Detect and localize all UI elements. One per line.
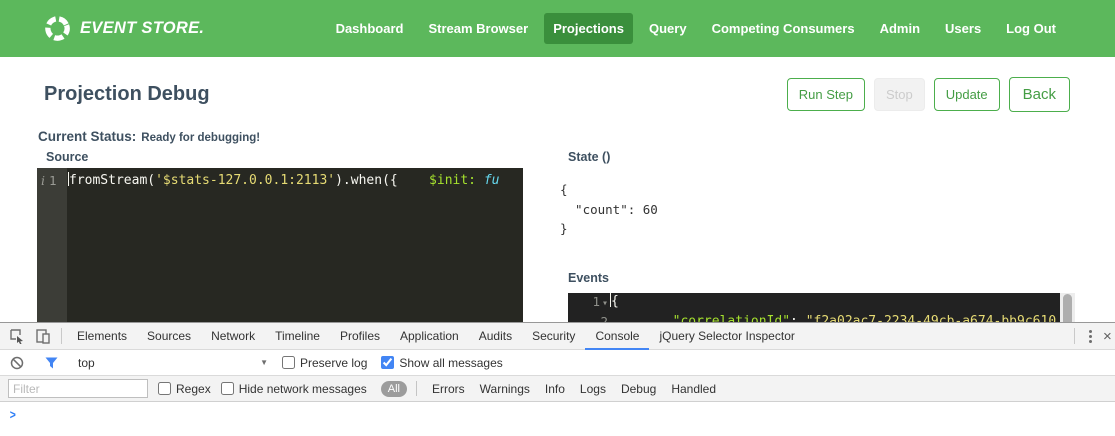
regex-toggle[interactable]: Regex bbox=[158, 382, 211, 396]
event-store-projection-debug-page: EVENT STORE. Dashboard Stream Browser Pr… bbox=[0, 0, 1115, 436]
nav-item-projections[interactable]: Projections bbox=[544, 13, 633, 44]
regex-checkbox[interactable] bbox=[158, 382, 171, 395]
gutter-info-marker: i bbox=[41, 173, 45, 188]
nav-item-competing-consumers[interactable]: Competing Consumers bbox=[703, 13, 864, 44]
tab-audits[interactable]: Audits bbox=[469, 323, 522, 350]
code-plain: : bbox=[790, 313, 806, 322]
console-toolbar: top ▼ Preserve log Show all messages bbox=[0, 350, 1115, 376]
tab-sources[interactable]: Sources bbox=[137, 323, 201, 350]
tab-console[interactable]: Console bbox=[585, 323, 649, 350]
nav-item-admin[interactable]: Admin bbox=[871, 13, 929, 44]
brand[interactable]: EVENT STORE. bbox=[44, 15, 204, 42]
current-status: Current Status: Ready for debugging! bbox=[38, 128, 260, 146]
code-plain: fromStream( bbox=[69, 173, 155, 188]
device-toolbar-icon[interactable] bbox=[30, 323, 56, 349]
filter-divider bbox=[416, 381, 417, 396]
nav-item-stream-browser[interactable]: Stream Browser bbox=[419, 13, 537, 44]
source-code-editor[interactable]: i1 fromStream('$stats-127.0.0.1:2113').w… bbox=[37, 168, 523, 322]
preserve-log-toggle[interactable]: Preserve log bbox=[282, 356, 367, 370]
filter-level-all[interactable]: All bbox=[381, 381, 407, 397]
source-editor-gutter: i1 bbox=[37, 168, 67, 322]
console-filterbar: Regex Hide network messages All Errors W… bbox=[0, 376, 1115, 402]
back-button[interactable]: Back bbox=[1009, 77, 1070, 112]
events-line-2-number: 2 bbox=[568, 313, 610, 322]
current-status-value: Ready for debugging! bbox=[141, 132, 260, 144]
frame-context-select[interactable]: top ▼ bbox=[78, 356, 268, 370]
filter-icon[interactable] bbox=[38, 350, 64, 376]
source-code-line: fromStream('$stats-127.0.0.1:2113').when… bbox=[68, 171, 523, 190]
devtools-tabbar: Elements Sources Network Timeline Profil… bbox=[0, 323, 1115, 350]
page-title: Projection Debug bbox=[44, 83, 210, 106]
events-scrollbar[interactable] bbox=[1060, 293, 1075, 322]
filter-level-logs[interactable]: Logs bbox=[580, 382, 606, 396]
events-line-2: 2 "correlationId": "f2a02ac7-2234-49cb-a… bbox=[568, 313, 1060, 322]
filter-level-handled[interactable]: Handled bbox=[671, 382, 716, 396]
filter-level-warnings[interactable]: Warnings bbox=[480, 382, 530, 396]
console-prompt-chevron-icon[interactable]: > bbox=[10, 407, 16, 422]
devtools-menu-icon[interactable] bbox=[1080, 330, 1101, 343]
code-indent bbox=[610, 313, 673, 322]
code-plain: ).when({ bbox=[335, 173, 398, 188]
events-editor[interactable]: 1▾{ 2 "correlationId": "f2a02ac7-2234-49… bbox=[568, 293, 1060, 322]
source-section-label: Source bbox=[46, 150, 88, 164]
devtools-close-icon[interactable]: × bbox=[1101, 328, 1115, 345]
source-line-number: 1 bbox=[49, 173, 57, 188]
show-all-messages-checkbox[interactable] bbox=[381, 356, 394, 369]
nav-item-users[interactable]: Users bbox=[936, 13, 990, 44]
filter-level-debug[interactable]: Debug bbox=[621, 382, 656, 396]
tab-profiles[interactable]: Profiles bbox=[330, 323, 390, 350]
events-line-1-number: 1▾ bbox=[568, 293, 610, 313]
nav-menu: Dashboard Stream Browser Projections Que… bbox=[327, 13, 1065, 44]
events-json-key: "correlationId" bbox=[673, 313, 790, 322]
tab-security[interactable]: Security bbox=[522, 323, 585, 350]
state-json: { "count": 60 } bbox=[560, 180, 658, 239]
state-section-label: State () bbox=[568, 150, 610, 164]
events-line-1-code: { bbox=[611, 293, 619, 313]
console-output-area[interactable]: > bbox=[0, 402, 1115, 433]
brand-name: EVENT STORE. bbox=[80, 19, 204, 38]
preserve-log-checkbox[interactable] bbox=[282, 356, 295, 369]
fold-arrow-icon[interactable]: ▾ bbox=[602, 298, 608, 309]
code-gap bbox=[398, 173, 429, 188]
show-all-messages-label: Show all messages bbox=[399, 356, 502, 370]
hide-network-label: Hide network messages bbox=[239, 382, 367, 396]
hide-network-toggle[interactable]: Hide network messages bbox=[221, 382, 367, 396]
hide-network-checkbox[interactable] bbox=[221, 382, 234, 395]
tab-elements[interactable]: Elements bbox=[67, 323, 137, 350]
tab-network[interactable]: Network bbox=[201, 323, 265, 350]
tab-jquery-selector-inspector[interactable]: jQuery Selector Inspector bbox=[649, 323, 804, 350]
tab-application[interactable]: Application bbox=[390, 323, 469, 350]
code-function-keyword: fu bbox=[476, 173, 499, 188]
events-section-label: Events bbox=[568, 271, 609, 285]
inspect-element-icon[interactable] bbox=[4, 323, 30, 349]
update-button[interactable]: Update bbox=[934, 78, 1000, 111]
filter-input[interactable] bbox=[8, 379, 148, 398]
code-string: '$stats-127.0.0.1:2113' bbox=[155, 173, 335, 188]
top-nav: EVENT STORE. Dashboard Stream Browser Pr… bbox=[0, 0, 1115, 57]
tabbar-divider bbox=[1074, 328, 1075, 344]
header-buttons: Run Step Stop Update Back bbox=[787, 77, 1070, 112]
stop-button[interactable]: Stop bbox=[874, 78, 925, 111]
show-all-messages-toggle[interactable]: Show all messages bbox=[381, 356, 502, 370]
regex-label: Regex bbox=[176, 382, 211, 396]
preserve-log-label: Preserve log bbox=[300, 356, 367, 370]
event-store-logo-icon bbox=[44, 15, 71, 42]
nav-item-dashboard[interactable]: Dashboard bbox=[327, 13, 413, 44]
run-step-button[interactable]: Run Step bbox=[787, 78, 865, 111]
code-keyword: $init: bbox=[429, 173, 476, 188]
nav-item-logout[interactable]: Log Out bbox=[997, 13, 1065, 44]
clear-console-icon[interactable] bbox=[4, 350, 30, 376]
chevron-down-icon: ▼ bbox=[260, 358, 268, 367]
tabbar-divider bbox=[61, 328, 62, 344]
filter-level-errors[interactable]: Errors bbox=[432, 382, 465, 396]
filter-level-info[interactable]: Info bbox=[545, 382, 565, 396]
events-json-value: "f2a02ac7-2234-49cb-a674-bb9c610 bbox=[806, 313, 1056, 322]
nav-item-query[interactable]: Query bbox=[640, 13, 696, 44]
devtools-panel: Elements Sources Network Timeline Profil… bbox=[0, 322, 1115, 436]
events-line-1: 1▾{ bbox=[568, 293, 1060, 313]
tab-timeline[interactable]: Timeline bbox=[265, 323, 330, 350]
current-status-label: Current Status: bbox=[38, 129, 136, 144]
frame-context-value: top bbox=[78, 356, 95, 370]
